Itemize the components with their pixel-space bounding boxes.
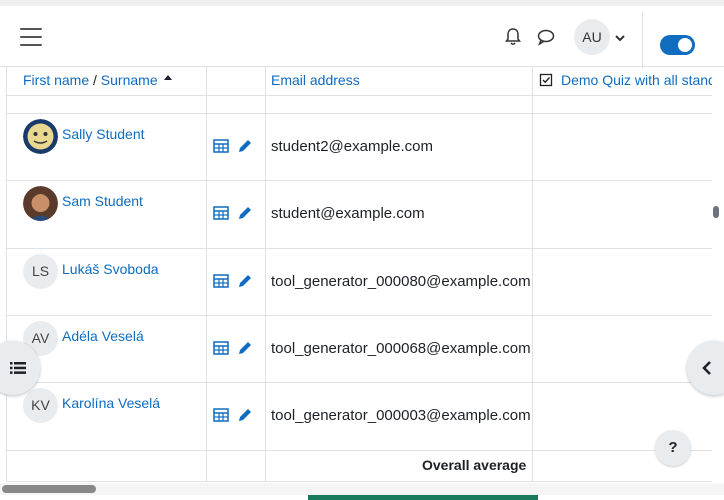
sort-surname-link[interactable]: Surname bbox=[101, 72, 158, 88]
grader-table: First name / Surname Email address Demo … bbox=[6, 67, 712, 482]
user-email: student2@example.com bbox=[271, 138, 433, 155]
navbar-divider bbox=[642, 12, 643, 68]
chat-icon[interactable] bbox=[536, 27, 556, 47]
quiz-checkbox-icon bbox=[539, 73, 553, 87]
table-row: Sam Student student@example.com bbox=[6, 181, 712, 248]
user-email: tool_generator_000080@example.com bbox=[271, 273, 531, 290]
grade-table-icon[interactable] bbox=[213, 274, 229, 288]
sort-ascending-icon bbox=[163, 75, 172, 80]
column-header-quiz: Demo Quiz with all standard question typ… bbox=[539, 72, 712, 88]
user-name-link[interactable]: Sally Student bbox=[62, 126, 145, 142]
user-email: student@example.com bbox=[271, 205, 425, 222]
edit-pencil-icon[interactable] bbox=[239, 275, 251, 287]
horizontal-scrollbar[interactable] bbox=[2, 485, 96, 493]
edit-pencil-icon[interactable] bbox=[239, 207, 251, 219]
column-header-email: Email address bbox=[271, 72, 360, 88]
table-row: AV Adéla Veselá tool_generator_000068@ex… bbox=[6, 316, 712, 383]
bell-icon[interactable] bbox=[503, 27, 523, 47]
menu-icon[interactable] bbox=[20, 28, 42, 46]
help-button[interactable]: ? bbox=[655, 430, 691, 466]
user-email: tool_generator_000003@example.com bbox=[271, 407, 531, 424]
user-name-link[interactable]: Lukáš Svoboda bbox=[62, 261, 159, 277]
edit-pencil-icon[interactable] bbox=[239, 342, 251, 354]
row-action-icons bbox=[213, 274, 251, 288]
horizontal-scrollbar-track bbox=[0, 483, 724, 495]
edit-pencil-icon[interactable] bbox=[239, 409, 251, 421]
chevron-left-icon bbox=[702, 361, 711, 375]
row-action-icons bbox=[213, 139, 251, 153]
user-avatar-button[interactable]: AU bbox=[574, 19, 610, 55]
avatar: LS bbox=[23, 254, 58, 289]
list-icon bbox=[10, 362, 26, 374]
grade-table-icon[interactable] bbox=[213, 341, 229, 355]
top-navbar: AU bbox=[0, 0, 724, 68]
sort-email-link[interactable]: Email address bbox=[271, 72, 360, 88]
edit-mode-toggle[interactable] bbox=[660, 35, 695, 55]
grade-table-icon[interactable] bbox=[213, 139, 229, 153]
vertical-scrollbar[interactable] bbox=[713, 206, 719, 218]
row-action-icons bbox=[213, 341, 251, 355]
table-row: KV Karolína Veselá tool_generator_000003… bbox=[6, 383, 712, 450]
user-name-link[interactable]: Adéla Veselá bbox=[62, 328, 144, 344]
grade-table-icon[interactable] bbox=[213, 408, 229, 422]
sort-first-name-link[interactable]: First name bbox=[23, 72, 89, 88]
row-action-icons bbox=[213, 408, 251, 422]
user-name-link[interactable]: Sam Student bbox=[62, 193, 143, 209]
row-action-icons bbox=[213, 206, 251, 220]
user-email: tool_generator_000068@example.com bbox=[271, 340, 531, 357]
grade-table-icon[interactable] bbox=[213, 206, 229, 220]
overall-average-label: Overall average bbox=[422, 457, 527, 473]
edit-pencil-icon[interactable] bbox=[239, 140, 251, 152]
quiz-column-link[interactable]: Demo Quiz with all standard question typ… bbox=[561, 72, 712, 88]
table-row: Sally Student student2@example.com bbox=[6, 114, 712, 181]
avatar bbox=[23, 186, 58, 221]
column-header-name: First name / Surname bbox=[23, 72, 172, 88]
user-name-link[interactable]: Karolína Veselá bbox=[62, 395, 160, 411]
avatar bbox=[23, 119, 58, 154]
avatar: KV bbox=[23, 388, 58, 423]
header-separator: / bbox=[89, 72, 101, 88]
footer-accent-bar bbox=[308, 495, 538, 500]
chevron-down-icon[interactable] bbox=[614, 32, 626, 44]
table-row: LS Lukáš Svoboda tool_generator_000080@e… bbox=[6, 249, 712, 316]
